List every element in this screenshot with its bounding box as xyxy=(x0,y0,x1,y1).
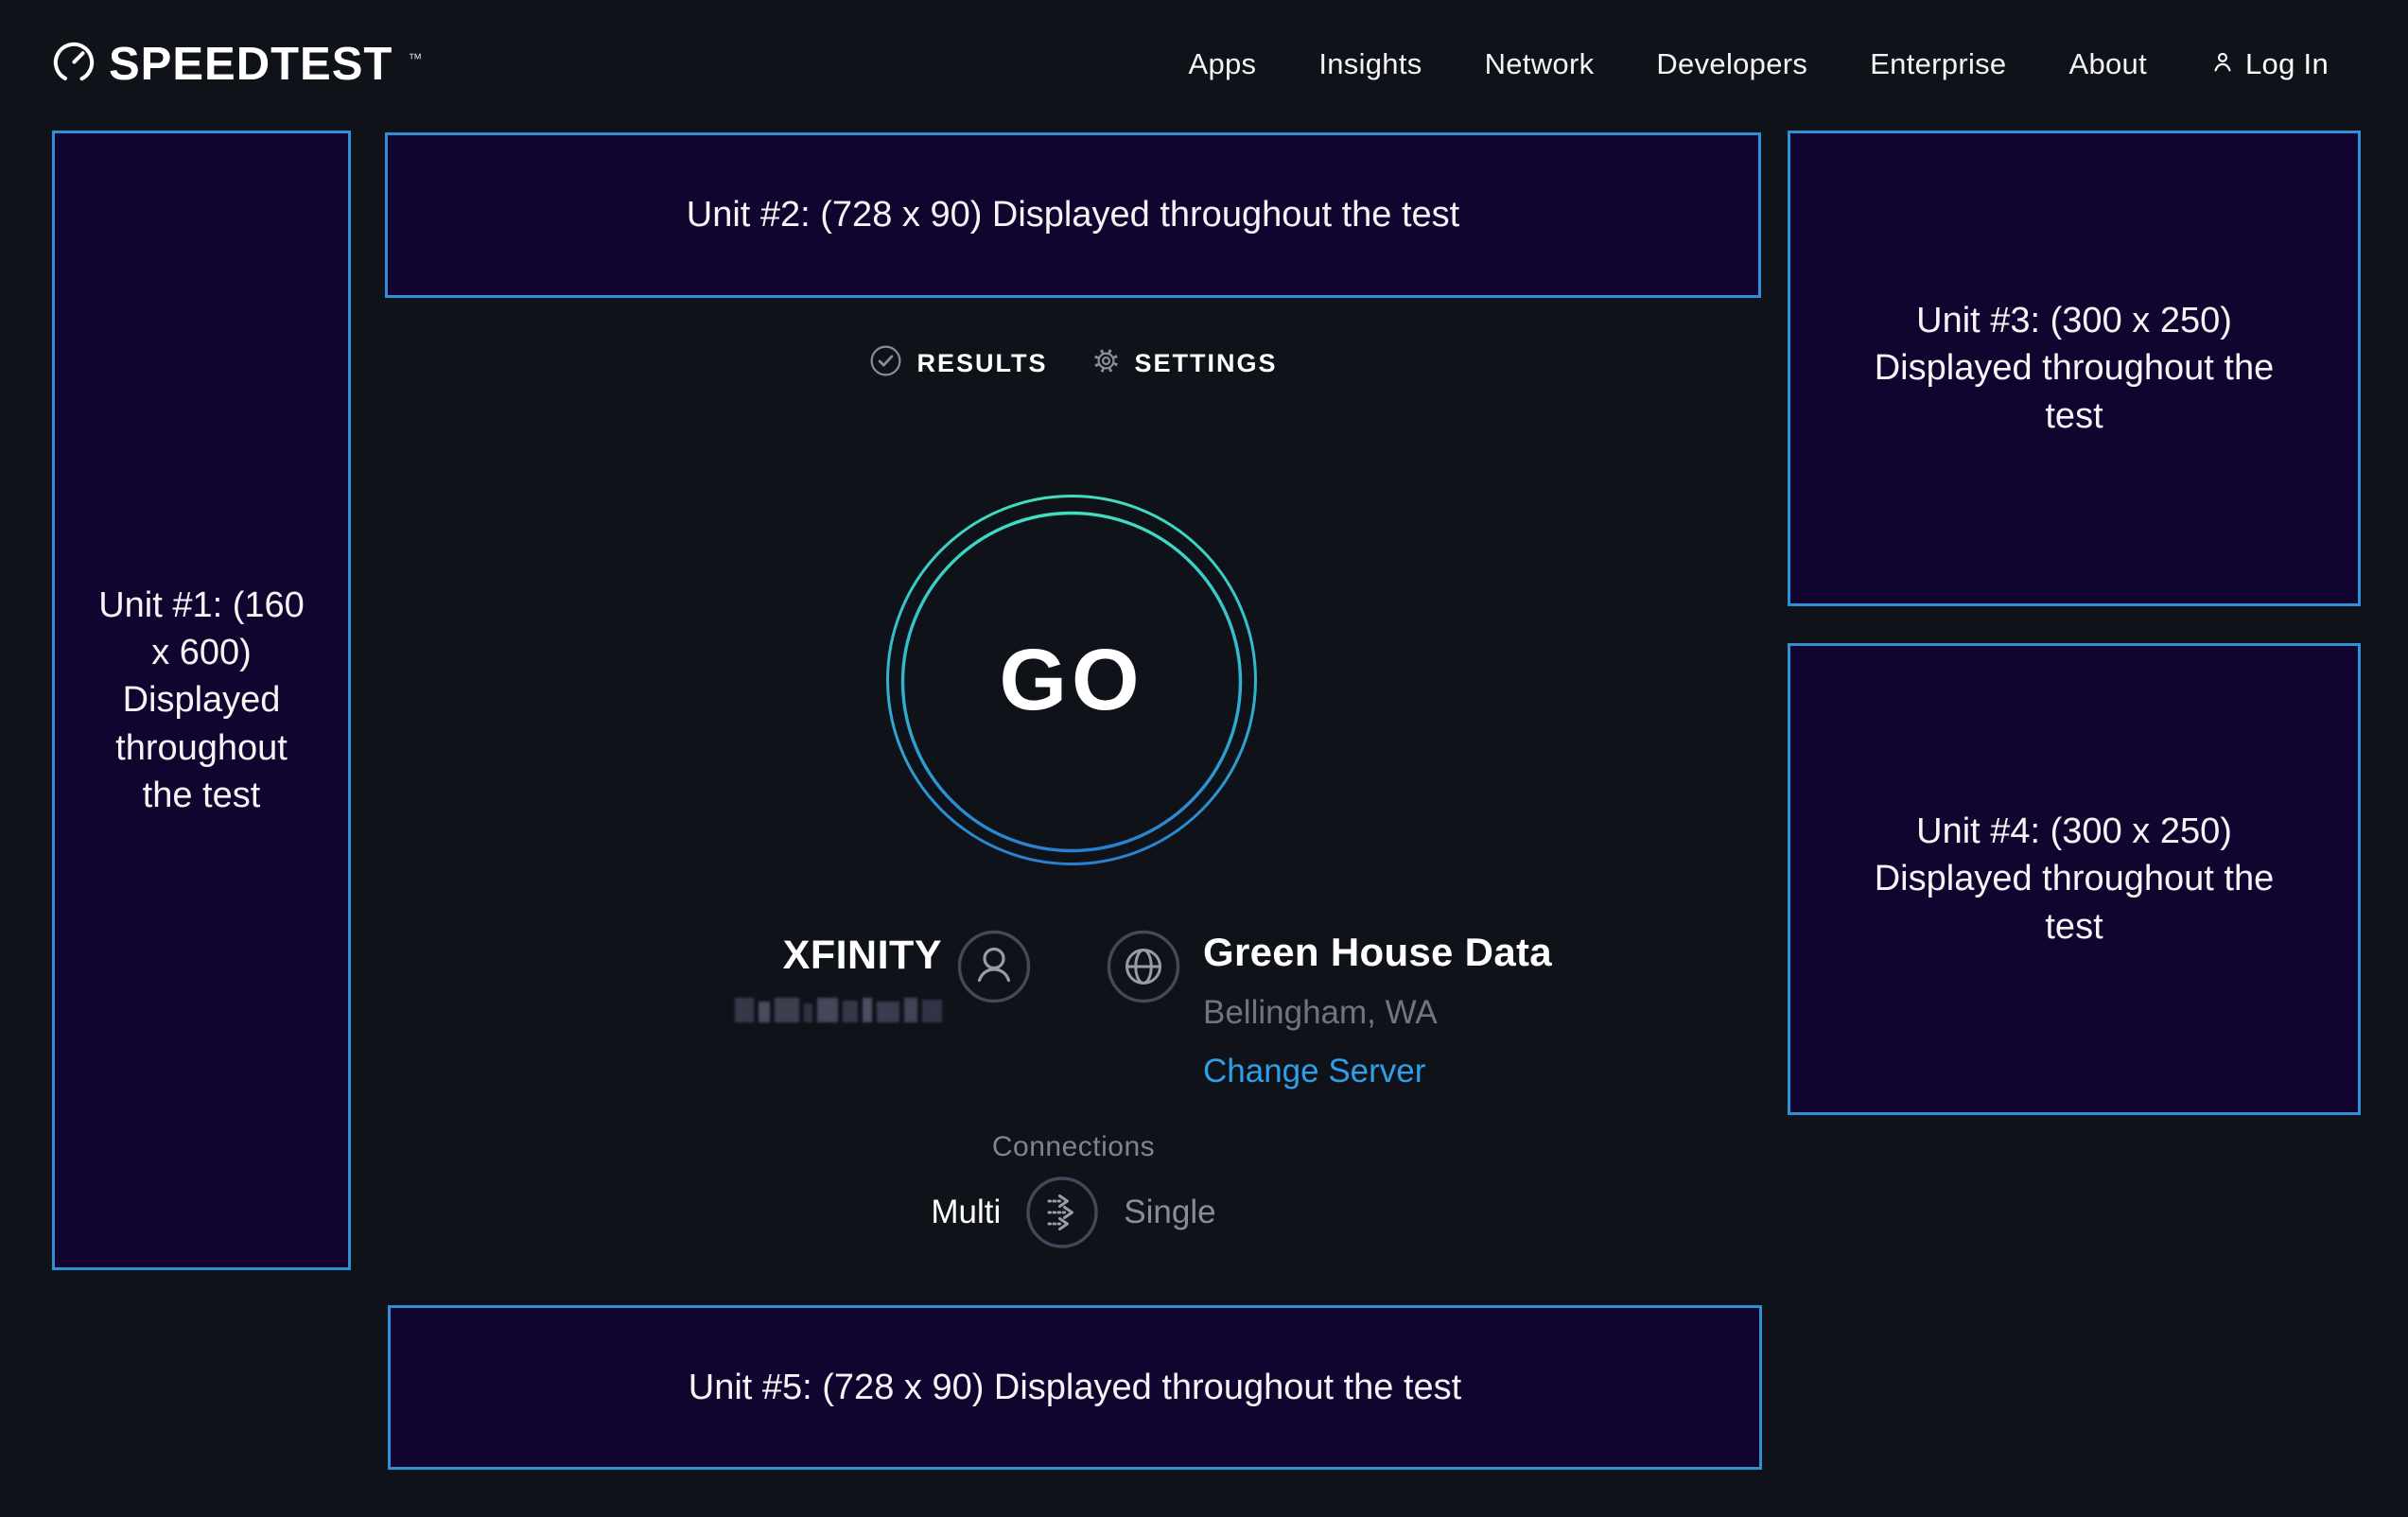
gear-icon xyxy=(1091,346,1121,380)
server-info: Green House Data Bellingham, WA Change S… xyxy=(1203,930,1552,1090)
nav-item-insights[interactable]: Insights xyxy=(1318,47,1422,81)
header: SPEEDTEST ™ Apps Insights Network Develo… xyxy=(0,0,2408,129)
nav-item-developers[interactable]: Developers xyxy=(1656,47,1807,81)
server-name: Green House Data xyxy=(1203,930,1552,975)
server-location: Bellingham, WA xyxy=(1203,994,1552,1032)
connections-section: Connections Multi Single xyxy=(386,1131,1761,1249)
tab-results[interactable]: RESULTS xyxy=(869,344,1047,382)
connections-multi-option[interactable]: Multi xyxy=(931,1194,1001,1231)
nav-item-network[interactable]: Network xyxy=(1485,47,1595,81)
login-label: Log In xyxy=(2245,47,2329,81)
tab-results-label: RESULTS xyxy=(916,349,1047,378)
go-button-label: GO xyxy=(999,631,1143,730)
login-button[interactable]: Log In xyxy=(2209,47,2329,81)
view-tabs: RESULTS SETTINGS xyxy=(386,333,1761,393)
connections-label: Connections xyxy=(386,1131,1761,1163)
ad-unit-2-text: Unit #2: (728 x 90) Displayed throughout… xyxy=(687,191,1459,238)
main-nav: Apps Insights Network Developers Enterpr… xyxy=(1188,47,2329,81)
ad-unit-4[interactable]: Unit #4: (300 x 250) Displayed throughou… xyxy=(1788,643,2361,1115)
multi-connection-toggle[interactable] xyxy=(1025,1176,1099,1249)
connection-details: XFINITY xyxy=(386,922,1761,1102)
go-button[interactable]: GO xyxy=(885,494,1258,866)
change-server-link[interactable]: Change Server xyxy=(1203,1053,1552,1090)
nav-item-enterprise[interactable]: Enterprise xyxy=(1870,47,2006,81)
ad-unit-2[interactable]: Unit #2: (728 x 90) Displayed throughout… xyxy=(385,132,1761,298)
isp-name[interactable]: XFINITY xyxy=(783,933,942,979)
tab-settings-label: SETTINGS xyxy=(1135,349,1278,378)
ad-unit-3-text: Unit #3: (300 x 250) Displayed throughou… xyxy=(1874,297,2275,439)
tab-settings[interactable]: SETTINGS xyxy=(1091,346,1278,380)
connections-single-option[interactable]: Single xyxy=(1124,1194,1215,1231)
user-icon xyxy=(2209,49,2236,80)
speedtest-page: SPEEDTEST ™ Apps Insights Network Develo… xyxy=(0,0,2408,1517)
isp-avatar-badge xyxy=(957,930,1031,1008)
gauge-icon xyxy=(52,41,96,89)
ad-unit-5[interactable]: Unit #5: (728 x 90) Displayed throughout… xyxy=(388,1305,1762,1470)
ad-unit-1-text: Unit #1: (160 x 600) Displayed throughou… xyxy=(96,582,306,819)
nav-item-about[interactable]: About xyxy=(2068,47,2147,81)
redacted-ip xyxy=(735,994,942,1022)
ad-unit-5-text: Unit #5: (728 x 90) Displayed throughout… xyxy=(689,1364,1461,1411)
multi-arrows-icon xyxy=(1049,1196,1073,1229)
speedtest-logo[interactable]: SPEEDTEST ™ xyxy=(52,38,422,91)
ad-unit-3[interactable]: Unit #3: (300 x 250) Displayed throughou… xyxy=(1788,131,2361,606)
connections-toggle-row: Multi Single xyxy=(386,1176,1761,1249)
ad-unit-4-text: Unit #4: (300 x 250) Displayed throughou… xyxy=(1874,808,2275,950)
nav-item-apps[interactable]: Apps xyxy=(1188,47,1256,81)
ad-unit-1[interactable]: Unit #1: (160 x 600) Displayed throughou… xyxy=(52,131,351,1270)
logo-text: SPEEDTEST xyxy=(109,38,393,91)
logo-trademark: ™ xyxy=(408,51,422,67)
check-circle-icon xyxy=(869,344,902,382)
globe-icon-badge xyxy=(1107,930,1180,1008)
